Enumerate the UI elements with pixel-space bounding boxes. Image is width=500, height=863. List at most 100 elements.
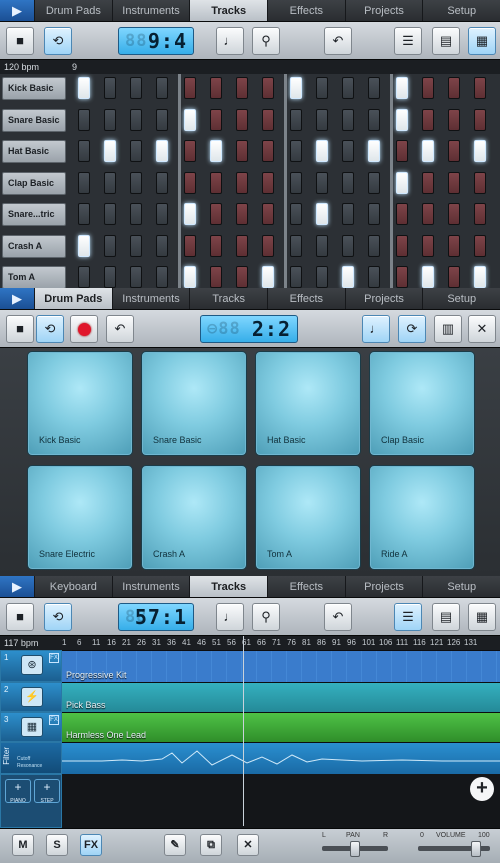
step-cell[interactable] [236,266,248,288]
step-cell[interactable] [78,77,90,99]
step-cell[interactable] [130,171,142,194]
grid-view-button[interactable]: ▦ [468,27,496,55]
step-cell[interactable] [262,108,274,131]
step-cell[interactable] [210,203,222,225]
sync-icon[interactable]: ⟳ [398,315,426,343]
tab-setup[interactable]: Setup [422,288,500,309]
step-cell[interactable] [290,203,302,225]
step-cell[interactable] [474,77,486,99]
step-cell[interactable] [290,266,302,288]
tab-drum-pads[interactable]: Drum Pads [34,288,112,309]
step-cell[interactable] [448,140,460,162]
guitar-icon[interactable]: ⚡ [21,687,43,707]
step-cell[interactable] [316,108,328,131]
tab-tracks[interactable]: Tracks [189,576,268,597]
row-label[interactable]: Snare...tric [2,203,66,226]
step-cell[interactable] [474,108,486,131]
tab-tracks[interactable]: Tracks [189,288,268,309]
drum-pad[interactable]: Crash A [142,466,246,569]
loop-button[interactable]: ⟲ [44,603,72,631]
step-cell[interactable] [290,234,302,257]
step-cell[interactable] [156,77,168,99]
loop-button[interactable]: ⟲ [36,315,64,343]
row-label[interactable]: Kick Basic [2,77,66,100]
step-cell[interactable] [342,203,354,225]
track-lane-3[interactable]: Harmless One Lead [62,712,500,742]
tab-projects[interactable]: Projects [344,0,423,21]
tab-projects[interactable]: Projects [344,576,423,597]
step-cell[interactable] [342,234,354,257]
step-cell[interactable] [210,171,222,194]
track-fx-badge[interactable]: FX [49,653,59,663]
track-view-button[interactable]: ▤ [432,603,460,631]
step-cell[interactable] [78,140,90,162]
step-cell[interactable] [78,108,90,131]
tab-instruments[interactable]: Instruments [111,576,190,597]
track-control-2[interactable]: 2 ⚡ [0,682,62,712]
list-view-button[interactable]: ☰ [394,603,422,631]
stop-button[interactable]: ■ [6,27,34,55]
fx-button[interactable]: FX [80,834,102,856]
undo-button[interactable]: ↶ [324,603,352,631]
tab-effects[interactable]: Effects [267,576,345,597]
step-cell[interactable] [184,266,196,288]
record-button[interactable] [70,315,98,343]
step-cell[interactable] [78,171,90,194]
pan-slider-knob[interactable] [350,841,360,857]
step-cell[interactable] [210,234,222,257]
filter-control[interactable]: Filter Cutoff Resonance [0,742,62,774]
step-cell[interactable] [474,140,486,162]
step-cell[interactable] [474,203,486,225]
step-cell[interactable] [290,77,302,99]
step-cell[interactable] [396,234,408,257]
mixer-view-button[interactable]: ▦ [468,603,496,631]
step-cell[interactable] [78,234,90,257]
pencil-icon[interactable]: ✎ [164,834,186,856]
undo-button[interactable]: ↶ [324,27,352,55]
drum-pad[interactable]: Kick Basic [28,352,132,455]
step-cell[interactable] [316,266,328,288]
step-cell[interactable] [474,266,486,288]
step-cell[interactable] [448,171,460,194]
step-cell[interactable] [368,234,380,257]
stop-button[interactable]: ■ [6,603,34,631]
tab-setup[interactable]: Setup [422,576,500,597]
search-icon[interactable]: ⚲ [252,27,280,55]
synth-icon[interactable]: ▦ [21,717,43,737]
step-cell[interactable] [184,234,196,257]
step-cell[interactable] [290,140,302,162]
step-cell[interactable] [262,266,274,288]
drum-pad[interactable]: Clap Basic [370,352,474,455]
step-cell[interactable] [156,266,168,288]
search-icon[interactable]: ⚲ [252,603,280,631]
step-cell[interactable] [104,203,116,225]
step-cell[interactable] [130,108,142,131]
tab-setup[interactable]: Setup [422,0,500,21]
metronome-icon[interactable]: ♩ [216,27,244,55]
row-label[interactable]: Tom A [2,266,66,288]
step-cell[interactable] [396,108,408,131]
tab-projects[interactable]: Projects [344,288,423,309]
step-cell[interactable] [210,77,222,99]
step-cell[interactable] [184,140,196,162]
play-button[interactable]: ▶ [0,288,34,309]
drum-pad[interactable]: Ride A [370,466,474,569]
step-cell[interactable] [474,234,486,257]
row-label[interactable]: Crash A [2,234,66,258]
step-cell[interactable] [368,266,380,288]
step-cell[interactable] [316,234,328,257]
step-cell[interactable] [342,77,354,99]
fullscreen-icon[interactable]: ✕ [468,315,496,343]
step-cell[interactable] [368,171,380,194]
solo-button[interactable]: S [46,834,68,856]
step-cell[interactable] [236,140,248,162]
step-cell[interactable] [78,266,90,288]
step-cell[interactable] [104,234,116,257]
step-cell[interactable] [156,234,168,257]
step-cell[interactable] [104,140,116,162]
step-cell[interactable] [342,140,354,162]
row-label[interactable]: Clap Basic [2,171,66,195]
step-cell[interactable] [130,140,142,162]
step-cell[interactable] [236,108,248,131]
step-cell[interactable] [368,140,380,162]
